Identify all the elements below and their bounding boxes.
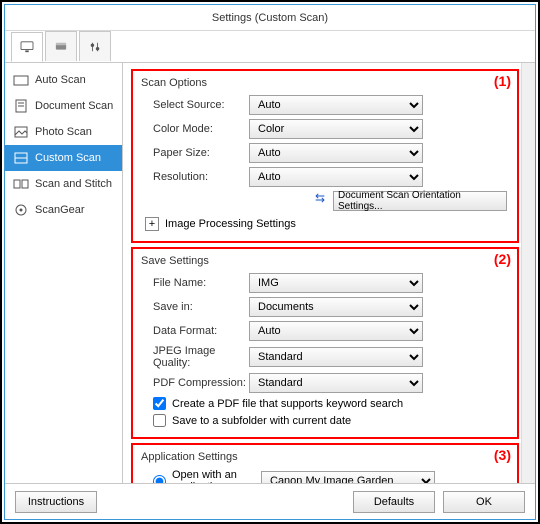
sidebar: Auto Scan Document Scan Photo Scan Custo… <box>5 63 123 483</box>
sidebar-item-auto-scan[interactable]: Auto Scan <box>5 67 122 93</box>
data-format-label: Data Format: <box>141 325 249 337</box>
color-mode-dropdown[interactable]: Color <box>249 119 423 139</box>
jpeg-quality-dropdown[interactable]: Standard <box>249 347 423 367</box>
paper-size-dropdown[interactable]: Auto <box>249 143 423 163</box>
mode-tab-bar <box>5 31 535 63</box>
select-source-label: Select Source: <box>141 99 249 111</box>
open-app-label: Open with an application: <box>172 469 261 483</box>
select-source-dropdown[interactable]: Auto <box>249 95 423 115</box>
image-processing-label: Image Processing Settings <box>165 218 296 230</box>
annotation-1: (1) <box>494 73 511 89</box>
sidebar-item-photo-scan[interactable]: Photo Scan <box>5 119 122 145</box>
save-settings-title: Save Settings <box>141 255 509 267</box>
sidebar-item-label: Auto Scan <box>35 74 86 86</box>
save-settings-group: (2) Save Settings File Name: IMG Save in… <box>131 247 519 439</box>
application-settings-group: (3) Application Settings Open with an ap… <box>131 443 519 483</box>
ok-button[interactable]: OK <box>443 491 525 513</box>
sidebar-item-document-scan[interactable]: Document Scan <box>5 93 122 119</box>
subfolder-date-label: Save to a subfolder with current date <box>172 415 351 427</box>
keyword-search-label: Create a PDF file that supports keyword … <box>172 398 403 410</box>
main-panel: (1) Scan Options Select Source: Auto Col… <box>123 63 535 483</box>
sidebar-item-label: Scan and Stitch <box>35 178 112 190</box>
annotation-2: (2) <box>494 251 511 267</box>
sidebar-item-label: Photo Scan <box>35 126 92 138</box>
application-settings-title: Application Settings <box>141 451 509 463</box>
sidebar-item-label: Custom Scan <box>35 152 101 164</box>
photo-scan-icon <box>13 125 29 139</box>
pdf-compression-dropdown[interactable]: Standard <box>249 373 423 393</box>
file-name-label: File Name: <box>141 277 249 289</box>
scan-options-group: (1) Scan Options Select Source: Auto Col… <box>131 69 519 243</box>
keyword-search-checkbox[interactable] <box>153 397 166 410</box>
scangear-icon <box>13 203 29 217</box>
data-format-dropdown[interactable]: Auto <box>249 321 423 341</box>
sidebar-item-scan-and-stitch[interactable]: Scan and Stitch <box>5 171 122 197</box>
sidebar-item-label: Document Scan <box>35 100 113 112</box>
mode-tab-scan-from-panel[interactable] <box>45 31 77 61</box>
file-name-field[interactable]: IMG <box>249 273 423 293</box>
custom-scan-icon <box>13 151 29 165</box>
resolution-dropdown[interactable]: Auto <box>249 167 423 187</box>
document-scan-icon <box>13 99 29 113</box>
open-app-dropdown[interactable]: Canon My Image Garden <box>261 471 435 483</box>
monitor-icon <box>20 41 34 53</box>
scan-options-title: Scan Options <box>141 77 509 89</box>
pdf-compression-label: PDF Compression: <box>141 377 249 389</box>
defaults-button[interactable]: Defaults <box>353 491 435 513</box>
annotation-3: (3) <box>494 447 511 463</box>
mode-tab-scan-from-pc[interactable] <box>11 32 43 62</box>
mode-tab-general[interactable] <box>79 31 111 61</box>
resolution-label: Resolution: <box>141 171 249 183</box>
sidebar-item-label: ScanGear <box>35 204 85 216</box>
stitch-icon <box>13 177 29 191</box>
image-processing-expand[interactable]: + Image Processing Settings <box>141 217 509 231</box>
refresh-arrows-icon[interactable]: ⇆ <box>315 191 325 211</box>
sidebar-item-custom-scan[interactable]: Custom Scan <box>5 145 122 171</box>
open-app-radio[interactable] <box>153 475 166 484</box>
paper-size-label: Paper Size: <box>141 147 249 159</box>
vertical-scrollbar[interactable] <box>521 63 535 483</box>
instructions-button[interactable]: Instructions <box>15 491 97 513</box>
window-title: Settings (Custom Scan) <box>5 5 535 31</box>
scanner-icon <box>54 41 68 53</box>
save-in-dropdown[interactable]: Documents <box>249 297 423 317</box>
jpeg-quality-label: JPEG Image Quality: <box>141 345 249 369</box>
color-mode-label: Color Mode: <box>141 123 249 135</box>
footer-bar: Instructions Defaults OK <box>5 483 535 519</box>
save-in-label: Save in: <box>141 301 249 313</box>
orientation-settings-button[interactable]: Document Scan Orientation Settings... <box>333 191 507 211</box>
sliders-icon <box>88 41 102 53</box>
auto-scan-icon <box>13 73 29 87</box>
sidebar-item-scangear[interactable]: ScanGear <box>5 197 122 223</box>
subfolder-date-checkbox[interactable] <box>153 414 166 427</box>
plus-icon: + <box>145 217 159 231</box>
